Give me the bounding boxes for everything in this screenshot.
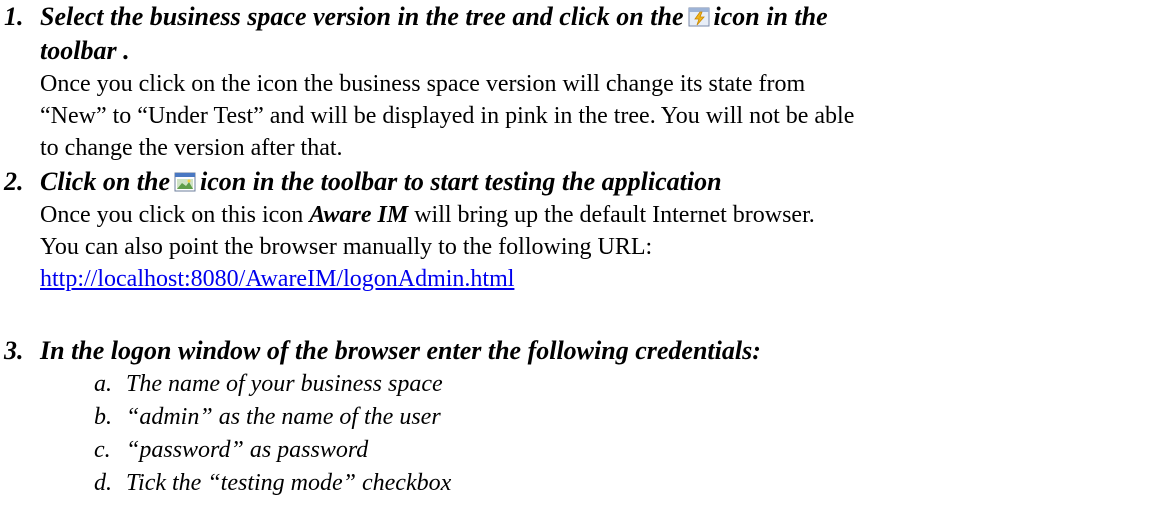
step-body-line: Once you click on this icon Aware IM wil… xyxy=(40,199,1156,231)
step-body-line: You can also point the browser manually … xyxy=(40,234,653,260)
step-2: 2. Click on the icon in the toolbar to st… xyxy=(0,165,1156,295)
step-heading: Click on the icon in the toolbar to start… xyxy=(40,165,1156,199)
start-testing-icon xyxy=(174,167,196,192)
step-body-line: http://localhost:8080/AwareIM/logonAdmin… xyxy=(40,263,1156,295)
list-item-letter: a. xyxy=(94,371,112,397)
step-number: 2. xyxy=(4,167,24,196)
list-item-text: The name of your business space xyxy=(126,371,443,397)
list-item-letter: d. xyxy=(94,470,112,496)
list-item: c. “password” as password xyxy=(0,434,1156,467)
step-number: 1. xyxy=(4,2,24,31)
credentials-list: a. The name of your business space b. “adm… xyxy=(0,368,1156,500)
step-1: 1. Select the business space version in … xyxy=(0,0,1156,164)
step-body-text: Once you click on this icon xyxy=(40,202,310,228)
step-heading-text: Click on the xyxy=(40,167,171,196)
list-item-letter: c. xyxy=(94,437,111,463)
step-heading-line2: toolbar . xyxy=(40,36,130,65)
logon-url-link[interactable]: http://localhost:8080/AwareIM/logonAdmin… xyxy=(40,266,514,292)
list-item: a. The name of your business space xyxy=(0,368,1156,401)
step-body-line: to change the version after that. xyxy=(40,135,343,161)
step-heading-text: icon in the xyxy=(713,2,828,31)
document-page: 1. Select the business space version in … xyxy=(0,0,1156,516)
list-item-text: “admin” as the name of the user xyxy=(126,404,441,430)
product-name: Aware IM xyxy=(309,202,409,228)
step-3: 3. In the logon window of the browser en… xyxy=(0,334,1156,500)
list-item: d. Tick the “testing mode” checkbox xyxy=(0,467,1156,500)
step-heading: In the logon window of the browser enter… xyxy=(40,336,761,365)
list-item-text: “password” as password xyxy=(126,437,369,463)
list-item-letter: b. xyxy=(94,404,112,430)
list-item-text: Tick the “testing mode” checkbox xyxy=(126,470,452,496)
step-body-line: “New” to “Under Test” and will be displa… xyxy=(40,103,855,129)
list-item: b. “admin” as the name of the user xyxy=(0,401,1156,434)
step-heading: Select the business space version in the… xyxy=(40,0,1156,34)
step-body-text: will bring up the default Internet brows… xyxy=(408,202,815,228)
step-heading-text: icon in the toolbar to start testing the… xyxy=(200,167,722,196)
step-number: 3. xyxy=(4,336,24,365)
step-body-line: Once you click on the icon the business … xyxy=(40,71,806,97)
put-under-test-icon xyxy=(688,2,710,27)
step-heading-text: Select the business space version in the… xyxy=(40,2,684,31)
